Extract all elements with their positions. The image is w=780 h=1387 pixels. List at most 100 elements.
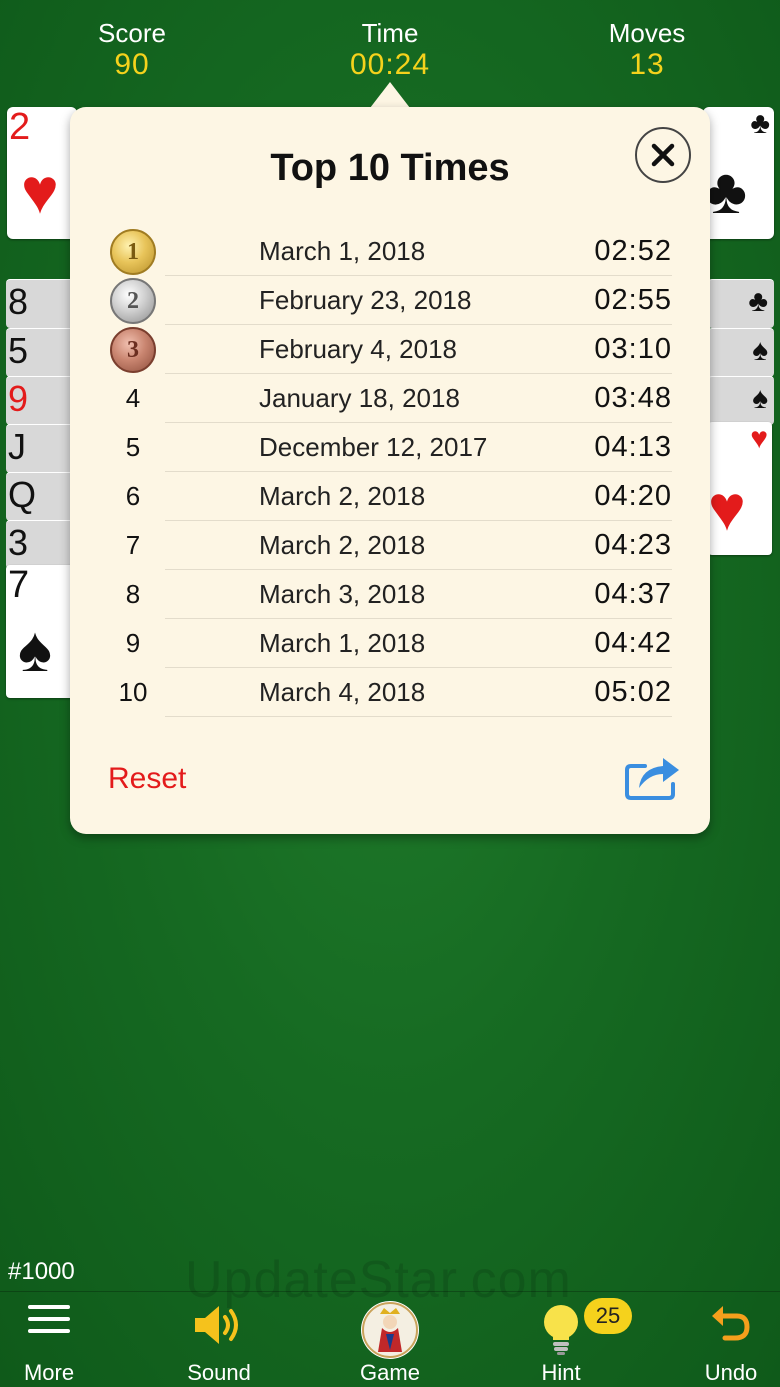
row-rank: 7 [125,530,141,560]
tableau-card[interactable]: J [6,424,74,473]
row-date: January 18, 2018 [259,383,460,413]
time-stat: Time 00:24 [290,18,490,82]
tableau-card[interactable]: 5 [6,328,74,377]
close-icon [651,143,675,167]
spade-icon: ♠ [752,382,768,415]
tableau-card[interactable]: 3 [6,520,74,569]
club-icon: ♣ [748,285,768,318]
row-time: 04:20 [594,480,672,512]
menu-icon [28,1305,70,1333]
row-rank: 8 [125,579,141,609]
game-button[interactable]: Game [335,1292,445,1387]
tableau-card[interactable]: ♣ [708,279,774,328]
moves-value: 13 [629,48,665,81]
gold-medal-icon: 1 [110,229,156,275]
row-date: December 12, 2017 [259,432,488,462]
list-item: 8 March 3, 2018 04:37 [70,570,710,619]
times-list: 1 March 1, 2018 02:52 2 February 23, 201… [70,227,710,717]
undo-label: Undo [704,1360,758,1385]
list-item: 5 December 12, 2017 04:13 [70,423,710,472]
spade-icon: ♠ [18,613,52,685]
moves-stat: Moves 13 [547,18,747,82]
undo-button[interactable]: Undo [676,1292,780,1387]
row-rank: 5 [125,432,141,462]
row-time: 02:52 [594,235,672,267]
list-item: 3 February 4, 2018 03:10 [70,325,710,374]
tableau-card[interactable]: 9 [6,376,74,425]
card-rank: 7 [8,565,30,606]
sound-button[interactable]: Sound [164,1292,274,1387]
top-times-dialog: Top 10 Times 1 March 1, 2018 02:52 2 Feb… [70,107,710,834]
time-label: Time [361,18,419,48]
close-button[interactable] [635,127,691,183]
list-item: 7 March 2, 2018 04:23 [70,521,710,570]
card-rank: J [8,426,26,467]
more-button[interactable]: More [0,1292,104,1387]
row-time: 04:42 [594,627,672,659]
list-item: 10 March 4, 2018 05:02 [70,668,710,717]
row-time: 04:23 [594,529,672,561]
card-rank: 5 [8,330,29,371]
row-time: 02:55 [594,284,672,316]
spade-icon: ♠ [752,334,768,367]
list-item: 1 March 1, 2018 02:52 [70,227,710,276]
tableau-top-card[interactable]: 7 ♠ [6,565,74,698]
tableau-card[interactable]: ♠ [708,376,774,425]
hint-label: Hint [541,1360,581,1385]
time-value: 00:24 [349,48,431,81]
row-rank: 9 [125,628,141,658]
row-date: February 4, 2018 [259,334,458,364]
tableau-card[interactable]: ♠ [708,328,774,377]
club-icon: ♣ [705,155,747,227]
silver-medal-icon: 2 [110,278,156,324]
list-item: 9 March 1, 2018 04:42 [70,619,710,668]
sound-label: Sound [187,1360,251,1385]
row-date: February 23, 2018 [259,285,472,315]
tableau-top-card[interactable]: ♥ ♥ [708,422,772,555]
list-item: 2 February 23, 2018 02:55 [70,276,710,325]
heart-icon: ♥ [21,155,59,227]
list-item: 6 March 2, 2018 04:20 [70,472,710,521]
moves-label: Moves [608,18,686,48]
speaker-icon [195,1306,238,1344]
card-rank: 9 [8,378,29,419]
row-rank: 10 [118,677,148,707]
card-rank: 8 [8,281,29,322]
score-stat: Score 90 [32,18,232,82]
card-rank: Q [8,474,37,515]
foundation-card-hearts[interactable]: 2 ♥ [7,107,77,239]
tableau-card[interactable]: 8 [6,279,74,328]
row-date: March 1, 2018 [259,628,426,658]
bottom-toolbar: More Sound Game Hint Undo [0,1291,780,1387]
popup-pointer [370,82,410,108]
game-number: #1000 [8,1258,75,1285]
row-date: March 1, 2018 [259,236,426,266]
heart-icon: ♥ [708,472,746,544]
score-label: Score [98,18,166,48]
card-rank: 2 [9,107,31,148]
hint-count-badge: 25 [584,1298,632,1334]
bronze-medal-icon: 3 [110,327,156,373]
reset-button[interactable]: Reset [108,762,186,796]
dialog-title: Top 10 Times [270,147,510,189]
row-date: March 3, 2018 [259,579,426,609]
more-label: More [23,1360,75,1385]
row-time: 04:37 [594,578,672,610]
tableau-card[interactable]: Q [6,472,74,521]
share-icon [625,758,679,800]
list-item: 4 January 18, 2018 03:48 [70,374,710,423]
row-time: 03:10 [594,333,672,365]
heart-icon: ♥ [750,422,768,455]
row-time: 03:48 [594,382,672,414]
row-rank: 6 [125,481,141,511]
row-date: March 2, 2018 [259,481,426,511]
card-rank: 3 [8,522,29,563]
share-button[interactable] [623,752,683,802]
row-rank: 4 [125,383,141,413]
row-date: March 4, 2018 [259,677,426,707]
row-time: 05:02 [594,676,672,708]
foundation-card-clubs[interactable]: ♣ ♣ [703,107,774,239]
score-value: 90 [114,48,150,81]
row-date: March 2, 2018 [259,530,426,560]
game-label: Game [360,1360,420,1385]
